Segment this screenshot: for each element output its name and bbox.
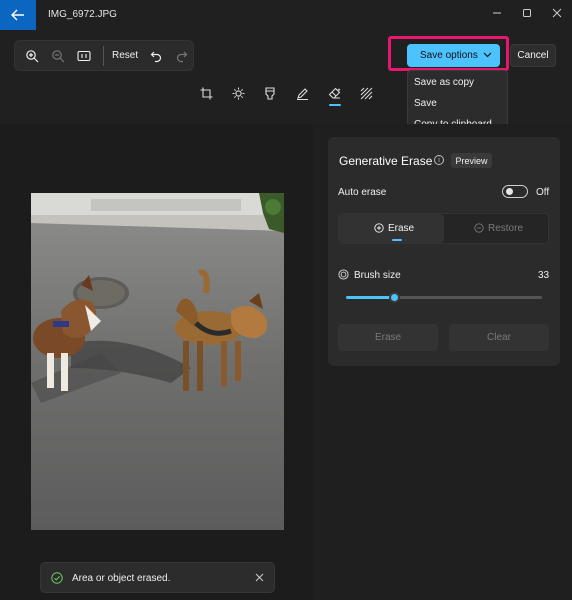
zoom-out-button[interactable]	[47, 46, 69, 66]
minimize-icon	[493, 12, 501, 14]
maximize-button[interactable]	[512, 2, 542, 24]
erase-mode-label: Erase	[388, 223, 415, 234]
markup-icon	[296, 87, 308, 100]
preview-badge: Preview	[451, 153, 492, 168]
photo-preview	[31, 193, 284, 530]
restore-mode-tab[interactable]: Restore	[444, 214, 548, 243]
active-tool-indicator	[329, 104, 341, 106]
maximize-icon	[523, 9, 531, 17]
erase-button[interactable]: Erase	[338, 324, 438, 351]
erase-icon	[328, 87, 341, 99]
close-icon	[552, 8, 562, 18]
undo-button[interactable]	[145, 46, 167, 66]
toast-message: Area or object erased.	[72, 573, 171, 584]
menu-item-save-as-copy[interactable]: Save as copy	[414, 77, 474, 88]
clear-button[interactable]: Clear	[449, 324, 549, 351]
check-circle-icon	[51, 572, 63, 584]
toggle-knob	[506, 188, 513, 195]
zoom-toolbar: Reset	[14, 40, 194, 71]
minimize-button[interactable]	[482, 2, 512, 24]
close-icon[interactable]	[255, 573, 264, 582]
zoom-in-button[interactable]	[21, 46, 43, 66]
redo-icon	[176, 51, 187, 62]
back-arrow-icon	[11, 9, 24, 21]
filter-icon	[265, 86, 275, 100]
crop-tool[interactable]	[196, 84, 216, 102]
window-title: IMG_6972.JPG	[48, 9, 117, 20]
save-options-button[interactable]: Save options	[407, 44, 500, 67]
auto-erase-label: Auto erase	[338, 187, 387, 198]
add-circle-icon	[374, 223, 384, 233]
back-button[interactable]	[0, 0, 36, 30]
crop-icon	[200, 87, 212, 99]
brush-size-slider[interactable]	[346, 296, 542, 299]
filter-tool[interactable]	[260, 84, 280, 102]
restore-mode-label: Restore	[488, 223, 524, 234]
remove-circle-icon	[474, 223, 484, 233]
brush-size-label: Brush size	[354, 270, 401, 281]
erase-tool[interactable]	[325, 84, 345, 102]
background-tool[interactable]	[357, 84, 377, 102]
redo-button[interactable]	[170, 46, 192, 66]
erase-mode-indicator	[392, 239, 402, 241]
undo-icon	[150, 51, 161, 62]
panel-title: Generative Erase	[339, 154, 433, 168]
slider-thumb[interactable]	[389, 292, 400, 303]
brush-size-icon	[338, 269, 349, 280]
info-icon[interactable]: i	[434, 155, 444, 165]
cancel-button[interactable]: Cancel	[510, 44, 556, 67]
zoom-out-icon	[52, 50, 65, 63]
background-icon	[360, 87, 373, 99]
toast-notification: Area or object erased.	[40, 562, 275, 593]
markup-tool[interactable]	[292, 84, 312, 102]
slider-fill	[346, 296, 395, 299]
auto-erase-toggle[interactable]	[502, 185, 528, 198]
chevron-down-icon	[483, 52, 492, 58]
adjust-icon	[232, 87, 244, 99]
actual-size-icon	[77, 50, 91, 62]
toolbar-divider	[103, 46, 104, 66]
brush-size-value: 33	[538, 270, 550, 281]
actual-size-button[interactable]	[73, 46, 95, 66]
adjust-tool[interactable]	[228, 84, 248, 102]
reset-button[interactable]: Reset	[112, 50, 138, 61]
auto-erase-state: Off	[536, 187, 550, 198]
zoom-in-icon	[26, 50, 39, 63]
save-options-label: Save options	[420, 50, 478, 61]
close-window-button[interactable]	[542, 2, 572, 24]
menu-item-save[interactable]: Save	[414, 98, 437, 109]
